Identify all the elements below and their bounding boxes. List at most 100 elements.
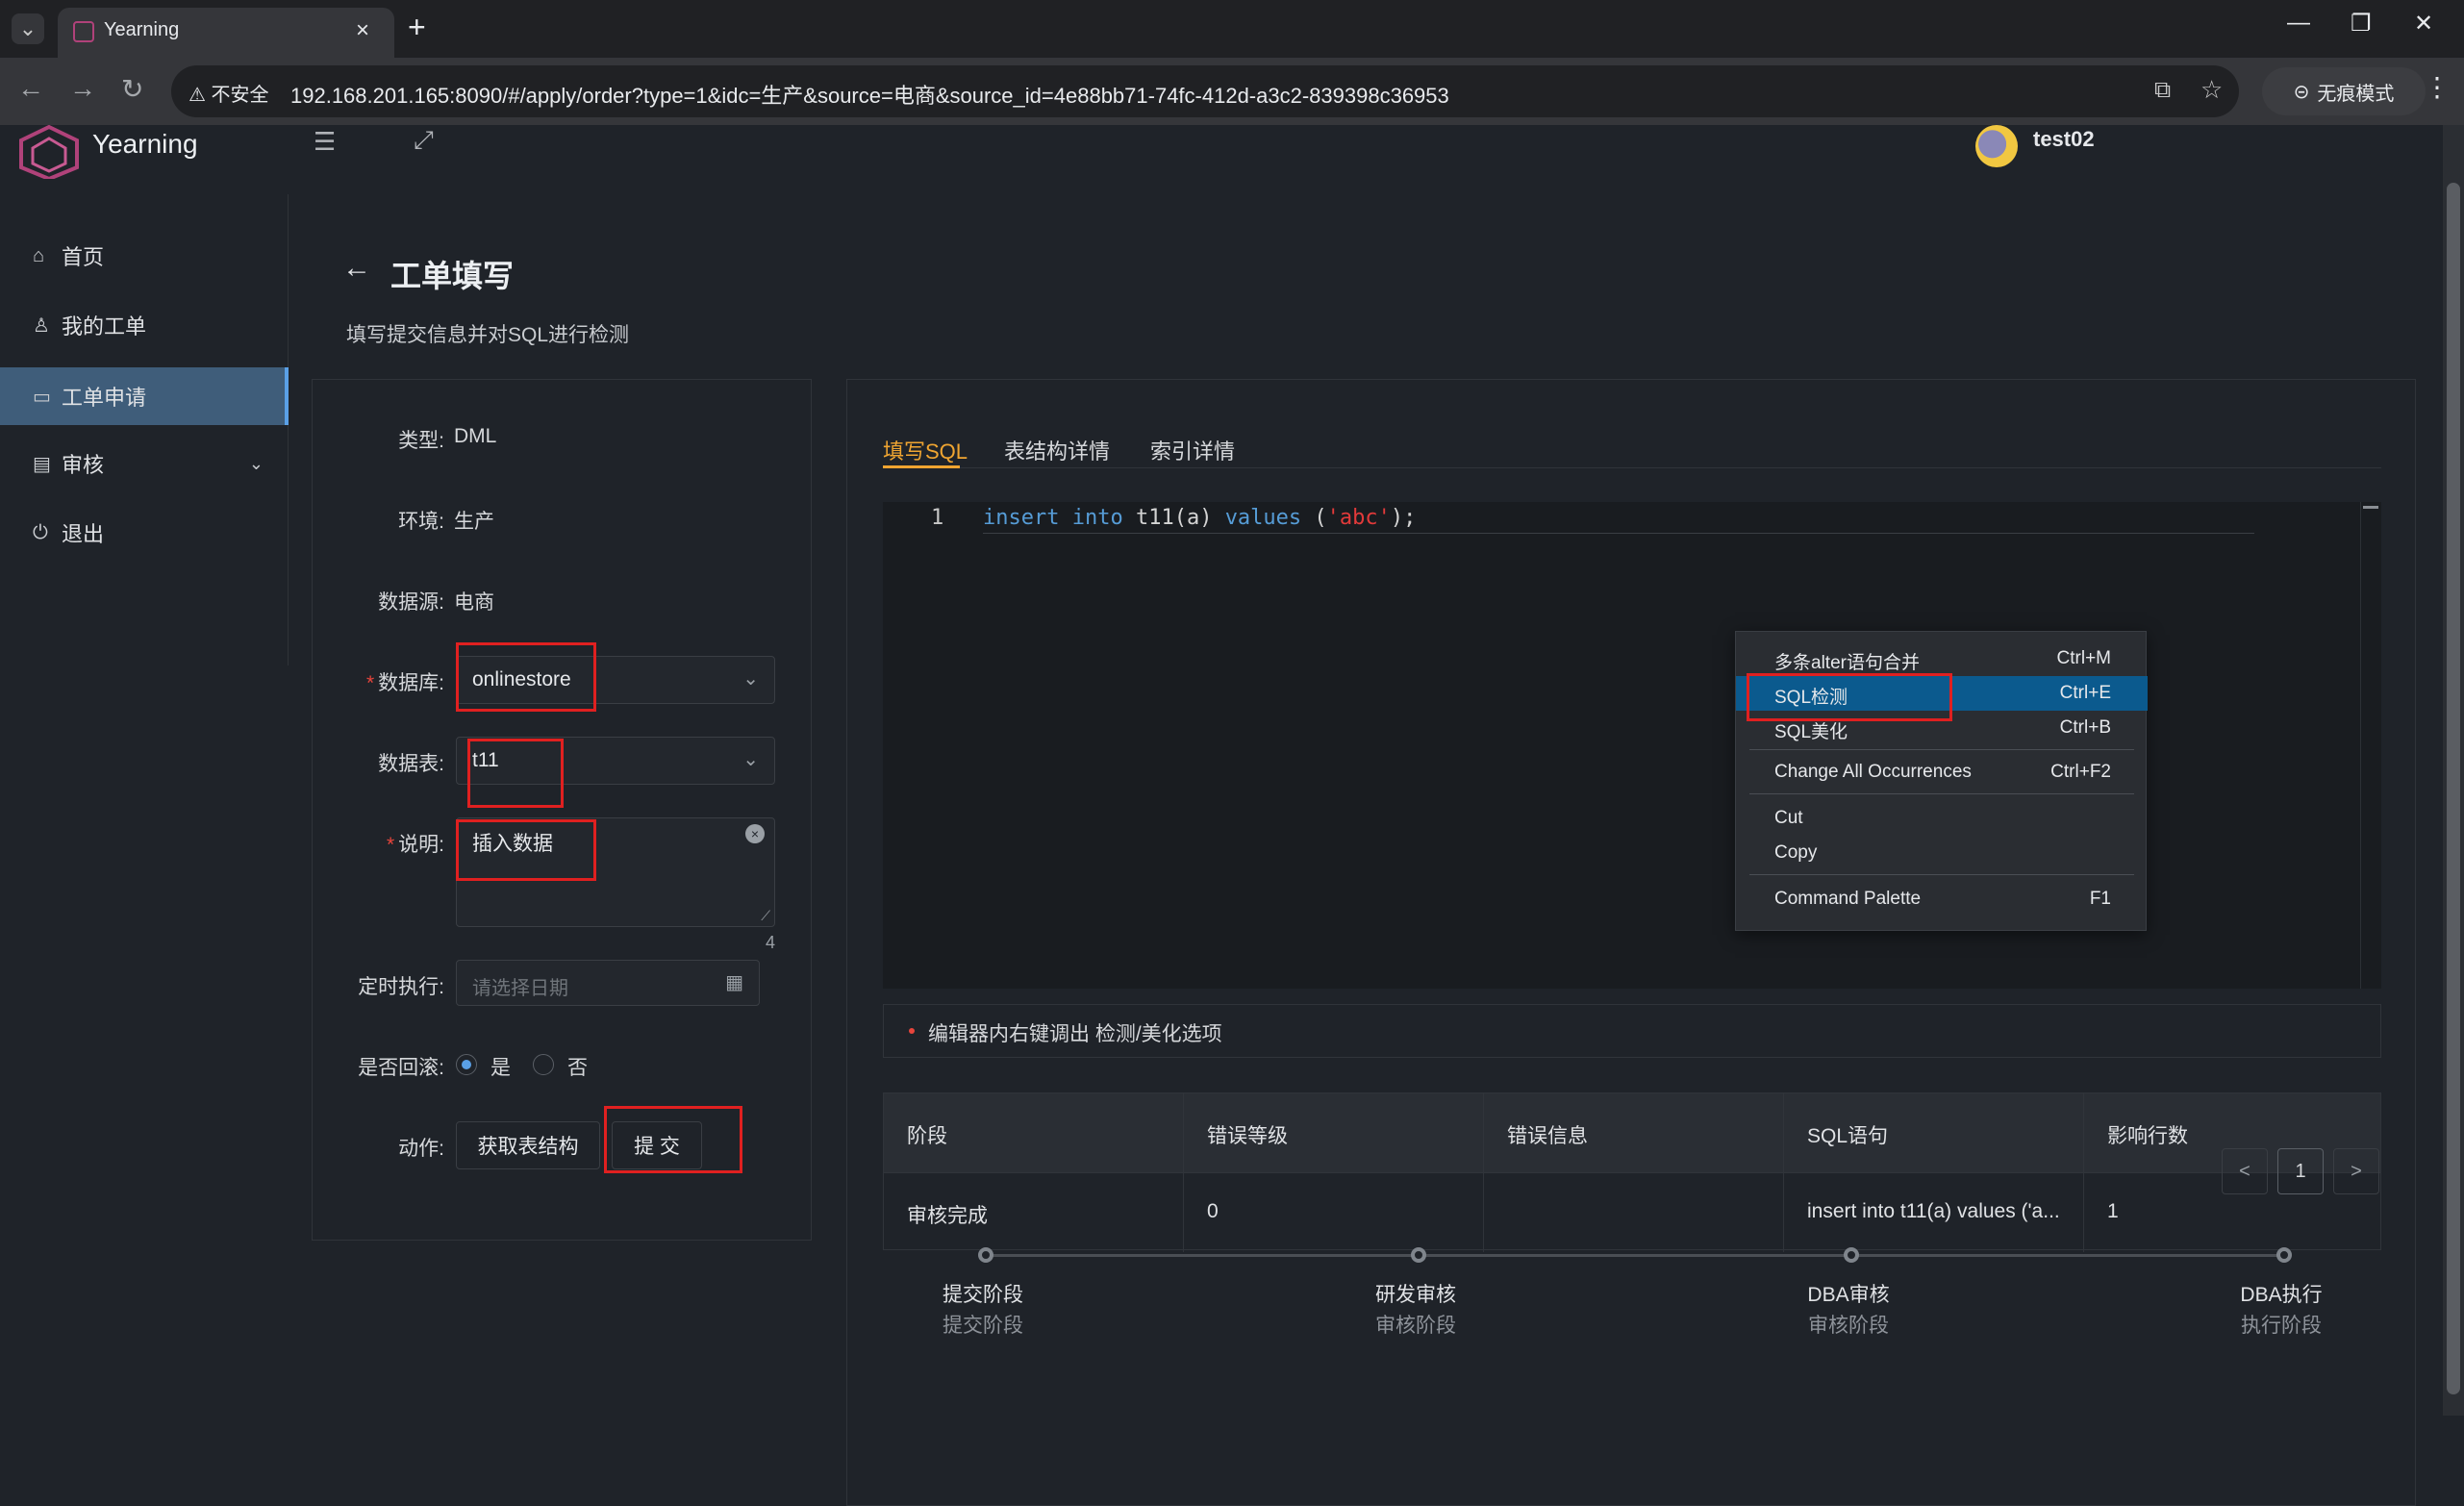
- clear-icon[interactable]: ×: [745, 824, 765, 843]
- reload-icon[interactable]: ↻: [121, 73, 143, 105]
- step-desc: 提交阶段: [943, 1315, 1023, 1337]
- step-desc: 审核阶段: [1375, 1315, 1456, 1337]
- page-title: 工单填写: [390, 259, 515, 293]
- source-value: 电商: [454, 591, 494, 614]
- sidebar-item-audit[interactable]: ▤ 审核 ⌄: [0, 435, 289, 492]
- step-dot: [978, 1247, 993, 1263]
- step-dot: [1411, 1247, 1426, 1263]
- menu-item-merge-alter[interactable]: 多条alter语句合并 Ctrl+M: [1736, 641, 2148, 676]
- browser-menu-icon[interactable]: ⋮: [2424, 71, 2451, 103]
- incognito-badge[interactable]: ⊝ 无痕模式: [2262, 67, 2426, 115]
- step-title: DBA执行: [2240, 1284, 2323, 1306]
- rollback-no-radio[interactable]: [533, 1054, 554, 1075]
- steps-track: [987, 1254, 2285, 1257]
- editor-minimap[interactable]: [2360, 502, 2381, 989]
- bookmark-star-icon[interactable]: ☆: [2200, 75, 2223, 105]
- yearning-logo-icon: [19, 125, 79, 179]
- username[interactable]: test02: [2033, 127, 2095, 152]
- back-arrow-icon[interactable]: ←: [342, 252, 371, 285]
- yearning-favicon-icon: [73, 21, 94, 42]
- highlight-box-table: [467, 739, 564, 808]
- calendar-icon: ▦: [725, 972, 743, 993]
- rollback-yes-radio[interactable]: [456, 1054, 477, 1075]
- table-row[interactable]: 审核完成 0 insert into t11(a) values ('a... …: [884, 1172, 2380, 1252]
- back-icon[interactable]: ←: [17, 73, 44, 104]
- logout-icon: ⏻: [33, 521, 48, 543]
- window-close-icon[interactable]: ✕: [2414, 10, 2433, 38]
- incognito-icon: ⊝: [2293, 81, 2310, 103]
- cell-error-info: [1484, 1173, 1784, 1252]
- pagination-page-1[interactable]: 1: [2277, 1148, 2324, 1194]
- step-title: DBA审核: [1807, 1284, 1890, 1306]
- tab-table-structure[interactable]: 表结构详情: [1004, 435, 1110, 465]
- sidebar-item-apply[interactable]: ▭ 工单申请: [0, 367, 289, 425]
- schedule-datepicker[interactable]: 请选择日期 ▦: [456, 960, 760, 1006]
- security-warning[interactable]: ⚠ 不安全: [189, 79, 269, 107]
- sql-editor[interactable]: [883, 502, 2381, 989]
- chevron-down-icon: ⌄: [742, 749, 759, 770]
- browser-tab[interactable]: Yearning ×: [58, 8, 394, 58]
- cell-stage: 审核完成: [884, 1173, 1184, 1252]
- pagination-next[interactable]: >: [2333, 1148, 2379, 1194]
- tab-write-sql[interactable]: 填写SQL: [883, 435, 968, 465]
- tab-divider: [883, 467, 2381, 468]
- minimize-icon[interactable]: —: [2287, 10, 2310, 37]
- highlight-box-sql-check: [1747, 673, 1952, 721]
- chevron-down-icon: ⌄: [742, 668, 759, 690]
- result-table: 阶段 错误等级 错误信息 SQL语句 影响行数 审核完成 0 insert in…: [883, 1092, 2381, 1252]
- rollback-yes-label[interactable]: 是: [490, 1052, 511, 1081]
- menu-separator: [1749, 874, 2134, 875]
- schedule-label: 定时执行:: [358, 976, 444, 998]
- page-scrollbar[interactable]: [2443, 125, 2464, 1416]
- step-title: 研发审核: [1375, 1284, 1456, 1306]
- menu-collapse-icon[interactable]: ☰: [314, 127, 336, 157]
- sql-code-line[interactable]: insert into t11(a) values ('abc');: [983, 506, 1416, 530]
- monitor-icon: ▭: [33, 386, 51, 408]
- menu-item-cut[interactable]: Cut: [1736, 801, 2148, 836]
- avatar[interactable]: [1975, 125, 2018, 167]
- source-label: 数据源:: [378, 591, 444, 614]
- new-tab-button[interactable]: +: [408, 10, 426, 45]
- resize-handle-icon[interactable]: ⟋: [761, 908, 770, 924]
- menu-separator: [1749, 749, 2134, 750]
- table-header: 阶段 错误等级 错误信息 SQL语句 影响行数: [884, 1093, 2380, 1172]
- env-label: 环境:: [398, 511, 444, 533]
- url-input[interactable]: ⚠ 不安全 192.168.201.165:8090/#/apply/order…: [171, 65, 2239, 117]
- fullscreen-icon[interactable]: ⤢: [414, 125, 434, 156]
- current-line-border: [983, 533, 2254, 534]
- tab-close-icon[interactable]: ×: [356, 17, 369, 44]
- tab-search-button[interactable]: ⌄: [12, 13, 44, 44]
- menu-item-change-all[interactable]: Change All Occurrences Ctrl+F2: [1736, 755, 2148, 790]
- home-icon: ⌂: [33, 244, 45, 266]
- user-icon: ♙: [33, 314, 50, 337]
- menu-separator: [1749, 793, 2134, 794]
- tab-title: Yearning: [104, 19, 180, 40]
- table-label: 数据表:: [378, 753, 444, 775]
- cell-sql: insert into t11(a) values ('a...: [1784, 1173, 2084, 1252]
- fetch-schema-button[interactable]: 获取表结构: [456, 1121, 600, 1169]
- rollback-no-label[interactable]: 否: [567, 1052, 588, 1081]
- sidebar-item-home[interactable]: ⌂ 首页: [0, 227, 289, 285]
- tab-index-detail[interactable]: 索引详情: [1150, 435, 1235, 465]
- hint-dot-icon: [909, 1028, 915, 1034]
- tab-active-underline: [883, 465, 960, 468]
- step-title: 提交阶段: [943, 1284, 1023, 1306]
- action-label: 动作:: [398, 1138, 444, 1160]
- menu-item-command-palette[interactable]: Command Palette F1: [1736, 882, 2148, 916]
- forward-icon[interactable]: →: [69, 73, 96, 104]
- rollback-label: 是否回滚:: [358, 1057, 444, 1079]
- pagination-prev[interactable]: <: [2222, 1148, 2268, 1194]
- env-value: 生产: [454, 511, 494, 533]
- chevron-down-icon: ⌄: [248, 453, 264, 473]
- type-value: DML: [454, 425, 497, 447]
- sidebar-item-logout[interactable]: ⏻ 退出: [0, 504, 289, 562]
- database-label: * 数据库:: [365, 672, 444, 694]
- audit-icon: ▤: [33, 453, 51, 475]
- translate-icon[interactable]: ⧉: [2154, 77, 2171, 104]
- sidebar-item-my-orders[interactable]: ♙ 我的工单: [0, 296, 289, 354]
- app-root: Yearning ☰ ⤢ test02 ⌂ 首页 ♙ 我的工单 ▭ 工单申请 ▤…: [0, 125, 2443, 1506]
- menu-item-copy[interactable]: Copy: [1736, 836, 2148, 870]
- scrollbar-thumb[interactable]: [2447, 183, 2460, 1394]
- restore-icon[interactable]: ❐: [2351, 10, 2372, 38]
- char-count: 4: [766, 933, 776, 952]
